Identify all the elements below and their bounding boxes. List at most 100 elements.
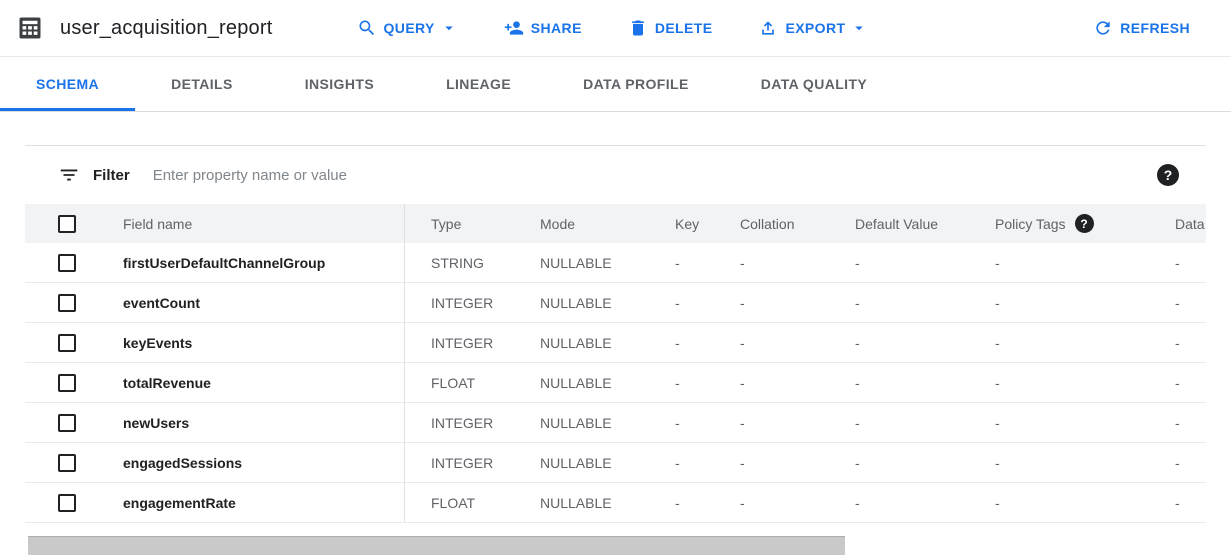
cell-mode: NULLABLE [514, 443, 649, 482]
tab-insights[interactable]: INSIGHTS [269, 57, 410, 111]
cell-collation: - [714, 323, 829, 362]
title-group: user_acquisition_report [16, 14, 273, 42]
cell-field-name: keyEvents [123, 323, 404, 362]
cell-field-name: engagementRate [123, 483, 404, 522]
page-title: user_acquisition_report [60, 17, 273, 40]
cell-data: - [1149, 243, 1206, 282]
upload-icon [758, 18, 778, 38]
cell-data: - [1149, 323, 1206, 362]
cell-mode: NULLABLE [514, 363, 649, 402]
row-checkbox[interactable] [58, 494, 76, 512]
cell-mode: NULLABLE [514, 403, 649, 442]
cell-field-name: newUsers [123, 403, 404, 442]
cell-data: - [1149, 443, 1206, 482]
row-checkbox-cell [25, 403, 123, 442]
cell-default-value: - [829, 283, 969, 322]
caret-down-icon [440, 19, 458, 37]
refresh-icon [1093, 18, 1113, 38]
policy-tags-help-icon[interactable]: ? [1075, 214, 1094, 233]
table-header-row: Field name Type Mode Key Collation Defau… [25, 204, 1206, 243]
cell-mode: NULLABLE [514, 283, 649, 322]
row-checkbox-cell [25, 243, 123, 282]
cell-key: - [649, 443, 714, 482]
cell-policy-tags: - [969, 443, 1149, 482]
tab-data-quality[interactable]: DATA QUALITY [725, 57, 903, 111]
filter-input[interactable] [151, 166, 1157, 185]
horizontal-scrollbar [0, 536, 1231, 555]
tab-data-profile[interactable]: DATA PROFILE [547, 57, 725, 111]
table-row: keyEvents INTEGER NULLABLE - - - - - [25, 323, 1206, 363]
table-row: totalRevenue FLOAT NULLABLE - - - - - [25, 363, 1206, 403]
cell-collation: - [714, 483, 829, 522]
row-checkbox[interactable] [58, 414, 76, 432]
table-body: firstUserDefaultChannelGroup STRING NULL… [25, 243, 1206, 523]
row-checkbox-cell [25, 443, 123, 482]
cell-collation: - [714, 363, 829, 402]
cell-field-name: totalRevenue [123, 363, 404, 402]
column-header-field-name: Field name [123, 204, 404, 243]
row-checkbox-cell [25, 323, 123, 362]
cell-data: - [1149, 283, 1206, 322]
table-row: engagedSessions INTEGER NULLABLE - - - -… [25, 443, 1206, 483]
cell-key: - [649, 243, 714, 282]
query-button[interactable]: QUERY [357, 18, 458, 38]
column-header-policy-tags: Policy Tags ? [969, 204, 1149, 243]
cell-policy-tags: - [969, 363, 1149, 402]
cell-data: - [1149, 363, 1206, 402]
row-checkbox-cell [25, 483, 123, 522]
column-header-data: Data [1149, 204, 1206, 243]
person-add-icon [504, 18, 524, 38]
share-button[interactable]: SHARE [504, 18, 582, 38]
column-header-type: Type [404, 204, 514, 243]
tab-details[interactable]: DETAILS [135, 57, 269, 111]
cell-key: - [649, 483, 714, 522]
cell-mode: NULLABLE [514, 243, 649, 282]
caret-down-icon [850, 19, 868, 37]
delete-button[interactable]: DELETE [628, 18, 713, 38]
cell-policy-tags: - [969, 283, 1149, 322]
tab-lineage[interactable]: LINEAGE [410, 57, 547, 111]
row-checkbox[interactable] [58, 334, 76, 352]
share-button-label: SHARE [531, 20, 582, 36]
cell-type: FLOAT [404, 363, 514, 402]
cell-collation: - [714, 283, 829, 322]
trash-icon [628, 18, 648, 38]
cell-field-name: eventCount [123, 283, 404, 322]
column-header-mode: Mode [514, 204, 649, 243]
row-checkbox-cell [25, 363, 123, 402]
cell-data: - [1149, 403, 1206, 442]
refresh-button[interactable]: REFRESH [1093, 18, 1190, 38]
cell-collation: - [714, 243, 829, 282]
table-row: eventCount INTEGER NULLABLE - - - - - [25, 283, 1206, 323]
cell-policy-tags: - [969, 403, 1149, 442]
row-checkbox[interactable] [58, 454, 76, 472]
filter-help-icon[interactable]: ? [1157, 164, 1179, 186]
filter-label: Filter [93, 167, 130, 184]
horizontal-scrollbar-thumb[interactable] [28, 536, 845, 555]
table-row: firstUserDefaultChannelGroup STRING NULL… [25, 243, 1206, 283]
cell-field-name: engagedSessions [123, 443, 404, 482]
export-button[interactable]: EXPORT [758, 18, 868, 38]
filter-row: Filter ? [25, 146, 1206, 204]
search-icon [357, 18, 377, 38]
query-button-label: QUERY [384, 20, 435, 36]
select-all-checkbox[interactable] [58, 215, 76, 233]
cell-type: STRING [404, 243, 514, 282]
cell-collation: - [714, 443, 829, 482]
toolbar: user_acquisition_report QUERY SHARE DELETE… [0, 0, 1231, 57]
cell-type: INTEGER [404, 443, 514, 482]
row-checkbox[interactable] [58, 294, 76, 312]
schema-card: Filter ? Field name Type Mode Key Collat… [25, 145, 1206, 523]
cell-default-value: - [829, 243, 969, 282]
table-row: newUsers INTEGER NULLABLE - - - - - [25, 403, 1206, 443]
toolbar-actions: QUERY SHARE DELETE EXPORT [357, 18, 869, 38]
tab-schema[interactable]: SCHEMA [0, 57, 135, 111]
row-checkbox[interactable] [58, 374, 76, 392]
cell-collation: - [714, 403, 829, 442]
cell-policy-tags: - [969, 483, 1149, 522]
export-button-label: EXPORT [785, 20, 845, 36]
refresh-button-label: REFRESH [1120, 20, 1190, 36]
cell-key: - [649, 363, 714, 402]
row-checkbox[interactable] [58, 254, 76, 272]
header-checkbox-cell [25, 204, 123, 243]
